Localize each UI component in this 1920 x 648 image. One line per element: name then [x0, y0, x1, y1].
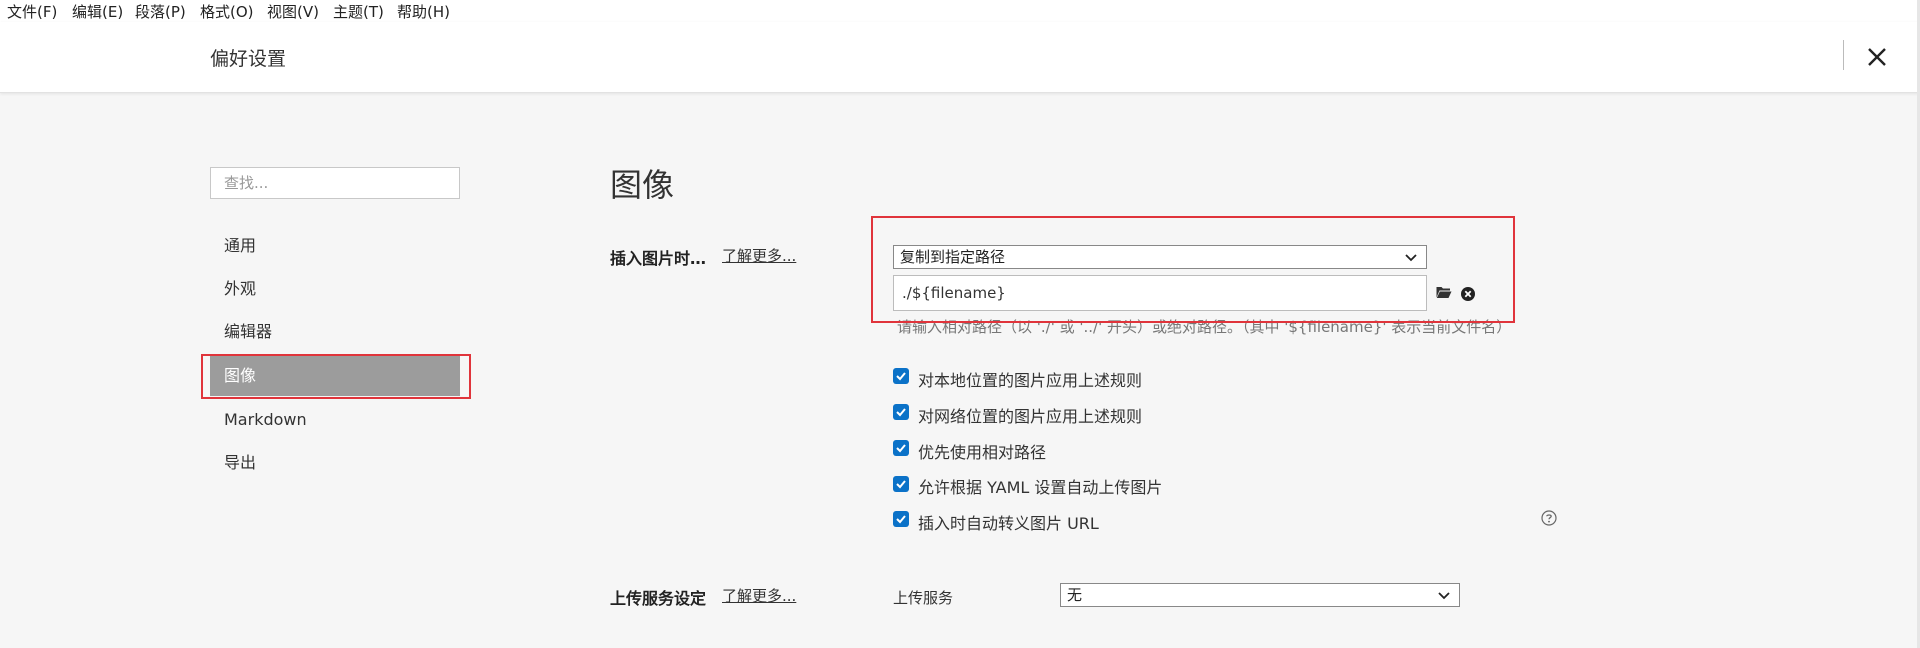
section-heading: 图像: [610, 166, 675, 204]
header-divider: [1843, 40, 1844, 70]
close-icon: [1868, 48, 1886, 66]
upload-learn-more-link[interactable]: 了解更多...: [722, 585, 796, 606]
checkbox-yaml-upload[interactable]: [893, 476, 909, 492]
upload-service-label: 上传服务: [893, 589, 954, 607]
checkmark-icon: [896, 408, 906, 417]
sidebar-item-markdown[interactable]: Markdown: [210, 400, 460, 440]
preferences-header: 偏好设置: [0, 22, 1920, 93]
checkmark-icon: [896, 372, 906, 381]
image-path-input[interactable]: [893, 275, 1427, 311]
upload-service-select[interactable]: 无: [1060, 583, 1460, 607]
checkbox-relative-path[interactable]: [893, 440, 909, 456]
insert-learn-more-link[interactable]: 了解更多...: [722, 245, 796, 266]
upload-service-value: 无: [1067, 586, 1083, 604]
menu-paragraph[interactable]: 段落(P): [135, 1, 186, 22]
clear-circle-icon: [1461, 287, 1475, 301]
checkmark-icon: [896, 480, 906, 489]
menu-help[interactable]: 帮助(H): [397, 1, 450, 22]
search-input[interactable]: [210, 167, 460, 199]
checkbox-network-rule[interactable]: [893, 404, 909, 420]
checkmark-icon: [896, 444, 906, 453]
sidebar-item-image[interactable]: 图像: [210, 356, 460, 396]
clear-path-button[interactable]: [1461, 286, 1475, 301]
menu-format[interactable]: 格式(O): [200, 1, 254, 22]
checkbox-local-rule[interactable]: [893, 368, 909, 384]
sidebar-item-general[interactable]: 通用: [210, 226, 460, 266]
page-title: 偏好设置: [210, 48, 287, 70]
sidebar-item-export[interactable]: 导出: [210, 443, 460, 483]
sidebar-item-appearance[interactable]: 外观: [210, 269, 460, 309]
chevron-down-icon: [1405, 254, 1417, 262]
menu-view[interactable]: 视图(V): [267, 1, 319, 22]
upload-service-section-label: 上传服务设定: [610, 589, 707, 608]
menu-file[interactable]: 文件(F): [7, 1, 57, 22]
checkbox-label-network-rule: 对网络位置的图片应用上述规则: [918, 407, 1143, 426]
help-circle-icon: [1541, 510, 1557, 526]
checkbox-label-yaml-upload: 允许根据 YAML 设置自动上传图片: [918, 478, 1163, 497]
path-hint-text: 请输入相对路径（以 './' 或 '../' 开头）或绝对路径。（其中 '${f…: [897, 318, 1512, 336]
checkbox-label-escape-url: 插入时自动转义图片 URL: [918, 514, 1099, 533]
checkmark-icon: [896, 515, 906, 524]
chevron-down-icon: [1438, 592, 1450, 600]
insert-image-label: 插入图片时…: [610, 249, 707, 268]
insert-action-select[interactable]: 复制到指定路径: [893, 245, 1427, 269]
checkbox-label-relative-path: 优先使用相对路径: [918, 443, 1047, 462]
menu-bar: 文件(F) 编辑(E) 段落(P) 格式(O) 视图(V) 主题(T) 帮助(H…: [0, 0, 1920, 22]
browse-folder-button[interactable]: [1436, 284, 1452, 298]
folder-icon: [1436, 287, 1452, 298]
insert-action-value: 复制到指定路径: [900, 248, 1006, 266]
help-button[interactable]: [1541, 510, 1557, 526]
menu-edit[interactable]: 编辑(E): [72, 1, 123, 22]
checkbox-escape-url[interactable]: [893, 511, 909, 527]
sidebar-item-editor[interactable]: 编辑器: [210, 312, 460, 352]
menu-theme[interactable]: 主题(T): [333, 1, 384, 22]
checkbox-label-local-rule: 对本地位置的图片应用上述规则: [918, 371, 1143, 390]
close-button[interactable]: [1862, 42, 1892, 72]
